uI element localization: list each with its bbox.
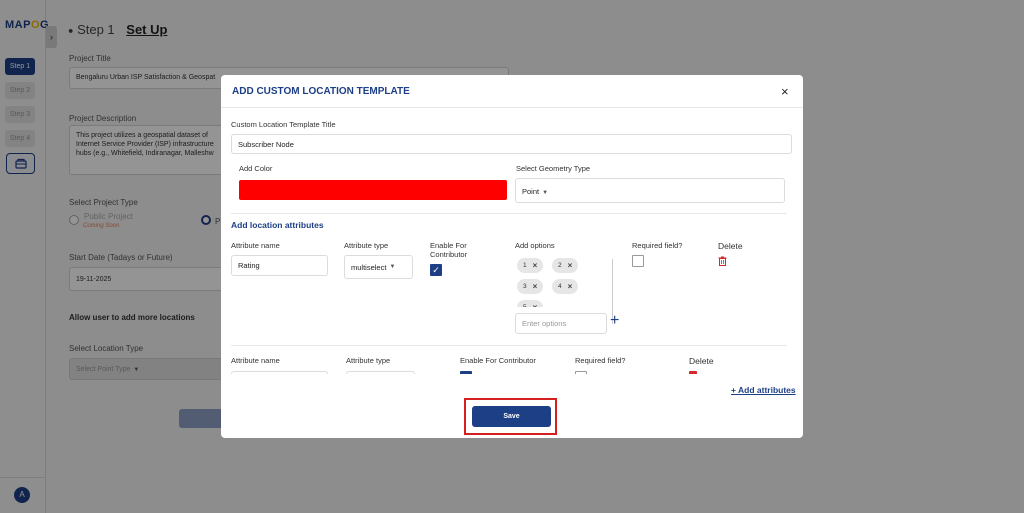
delete-header: Delete [718,241,743,251]
modal-title: ADD CUSTOM LOCATION TEMPLATE [232,86,410,97]
section-divider [231,213,787,214]
second-row-clip [221,370,803,374]
attribute-type-select[interactable] [346,371,415,374]
attribute-divider [231,345,787,346]
add-color-label: Add Color [239,164,273,173]
option-chip: 2 × [552,258,579,273]
color-picker[interactable] [239,180,507,200]
modal-header-divider [221,107,803,108]
trash-icon[interactable] [718,256,727,266]
remove-option-icon[interactable]: × [533,303,538,307]
remove-option-icon[interactable]: × [568,282,573,291]
check-icon: ✓ [432,265,440,275]
option-chip: 1 × [517,258,544,273]
remove-option-icon[interactable]: × [533,282,538,291]
add-custom-location-template-modal: ADD CUSTOM LOCATION TEMPLATE × Custom Lo… [221,75,803,438]
attribute-type-select[interactable]: multiselect ▼ [344,255,413,279]
geometry-type-select[interactable]: Point ▼ [515,178,785,203]
required-field-header: Required field? [632,241,683,250]
enable-contributor-checkbox[interactable] [460,371,472,374]
template-title-input[interactable]: Subscriber Node [231,134,792,154]
add-attributes-link[interactable]: + Add attributes [731,385,796,395]
geometry-type-label: Select Geometry Type [516,164,591,173]
option-chip: 5× [517,300,544,307]
enable-contributor-checkbox[interactable]: ✓ [430,264,442,276]
enter-options-input[interactable]: Enter options [515,313,607,334]
remove-option-icon[interactable]: × [533,261,538,270]
attribute-type-header: Attribute type [346,356,391,365]
add-location-attributes-title: Add location attributes [231,220,324,230]
caret-down-icon: ▼ [389,264,396,270]
attribute-name-input[interactable]: Rating [231,255,328,276]
option-chip: 4 × [552,279,579,294]
required-field-checkbox[interactable] [575,371,587,374]
delete-header: Delete [689,356,714,366]
attribute-name-input[interactable] [231,371,328,374]
trash-icon[interactable] [689,371,697,374]
template-title-label: Custom Location Template Title [231,120,336,129]
save-button[interactable]: Save [472,406,551,427]
options-clip: 5× [517,300,557,307]
attribute-type-header: Attribute type [344,241,389,250]
caret-down-icon: ▼ [542,190,549,196]
required-field-header: Required field? [575,356,626,365]
attribute-name-header: Attribute name [231,241,280,250]
enable-contributor-header: Enable For Contributor [430,241,468,259]
enable-contributor-header: Enable For Contributor [460,356,536,365]
option-chip: 3 × [517,279,544,294]
add-option-icon[interactable]: + [610,313,619,329]
add-options-header: Add options [515,241,555,250]
close-icon[interactable]: × [781,84,789,99]
remove-option-icon[interactable]: × [568,261,573,270]
required-field-checkbox[interactable] [632,255,644,267]
attribute-name-header: Attribute name [231,356,280,365]
